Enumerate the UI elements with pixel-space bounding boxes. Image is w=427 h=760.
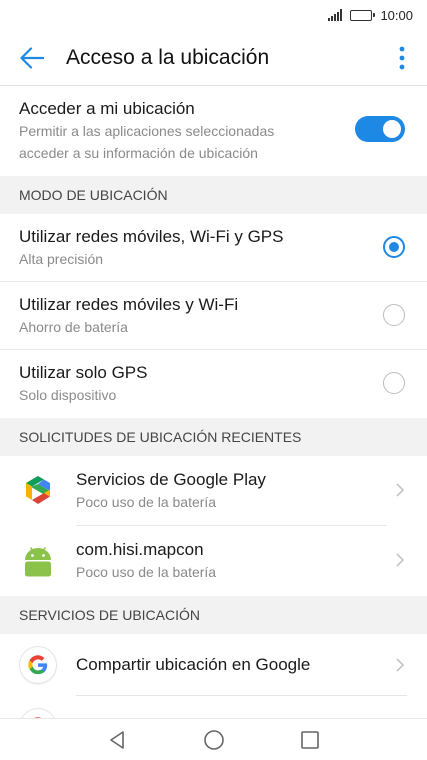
status-bar: 10:00	[0, 0, 427, 30]
page-title: Acceso a la ubicación	[66, 45, 270, 69]
triangle-back-icon	[109, 730, 124, 749]
access-location-row[interactable]: Acceder a mi ubicación Permitir a las ap…	[0, 86, 427, 176]
access-location-toggle[interactable]	[355, 116, 405, 142]
mode-title: Utilizar redes móviles y Wi-Fi	[19, 295, 239, 314]
access-location-subtitle: Permitir a las aplicaciones seleccionada…	[19, 123, 275, 161]
mode-title: Utilizar redes móviles, Wi-Fi y GPS	[19, 227, 284, 246]
mode-radio-selected[interactable]	[383, 236, 405, 258]
service-location-history[interactable]: Historial de ubicaciones de Google	[0, 696, 427, 718]
battery-icon	[350, 9, 376, 21]
arrow-left-icon	[20, 46, 44, 69]
chevron-right-icon	[396, 553, 405, 567]
access-location-title: Acceder a mi ubicación	[19, 99, 195, 118]
more-vertical-icon	[399, 46, 405, 69]
mode-option-battery-saving[interactable]: Utilizar redes móviles y Wi-Fi Ahorro de…	[0, 282, 427, 350]
mode-subtitle: Alta precisión	[19, 251, 104, 267]
recent-request-mapcon[interactable]: com.hisi.mapcon Poco uso de la batería	[0, 526, 427, 596]
mode-subtitle: Solo dispositivo	[19, 387, 117, 403]
service-name: Historial de ubicaciones de Google	[76, 696, 407, 719]
mode-title: Utilizar solo GPS	[19, 363, 148, 382]
mode-option-device-only[interactable]: Utilizar solo GPS Solo dispositivo	[0, 350, 427, 418]
chevron-right-icon	[396, 658, 405, 672]
section-header-mode: MODO DE UBICACIÓN	[0, 176, 427, 214]
circle-home-icon	[203, 729, 224, 750]
mode-radio[interactable]	[383, 304, 405, 326]
google-g-icon	[20, 647, 56, 683]
status-time: 10:00	[380, 7, 413, 23]
section-header-recent: SOLICITUDES DE UBICACIÓN RECIENTES	[0, 418, 427, 456]
recent-request-google-play[interactable]: Servicios de Google Play Poco uso de la …	[0, 456, 427, 526]
nav-recents-button[interactable]	[298, 728, 322, 752]
more-options-button[interactable]	[377, 30, 427, 86]
settings-list[interactable]: Acceder a mi ubicación Permitir a las ap…	[0, 86, 427, 718]
service-name: Compartir ubicación en Google	[76, 634, 407, 696]
mode-option-high-accuracy[interactable]: Utilizar redes móviles, Wi-Fi y GPS Alta…	[0, 214, 427, 282]
request-usage: Poco uso de la batería	[76, 493, 217, 510]
section-header-services: SERVICIOS DE UBICACIÓN	[0, 596, 427, 634]
mode-subtitle: Ahorro de batería	[19, 319, 128, 335]
service-location-sharing[interactable]: Compartir ubicación en Google	[0, 634, 427, 696]
android-icon	[25, 547, 51, 577]
google-play-services-icon	[26, 476, 50, 504]
app-bar: Acceso a la ubicación	[0, 30, 427, 86]
mode-radio[interactable]	[383, 372, 405, 394]
google-g-icon	[20, 709, 56, 718]
nav-back-button[interactable]	[106, 728, 130, 752]
back-button[interactable]	[0, 30, 64, 86]
signal-icon	[328, 9, 343, 21]
request-app-name: Servicios de Google Play	[76, 469, 266, 489]
system-nav-bar	[0, 718, 427, 760]
request-app-name: com.hisi.mapcon	[76, 540, 204, 559]
chevron-right-icon	[396, 483, 405, 497]
square-recents-icon	[300, 730, 319, 749]
nav-home-button[interactable]	[202, 728, 226, 752]
request-usage: Poco uso de la batería	[76, 564, 217, 580]
